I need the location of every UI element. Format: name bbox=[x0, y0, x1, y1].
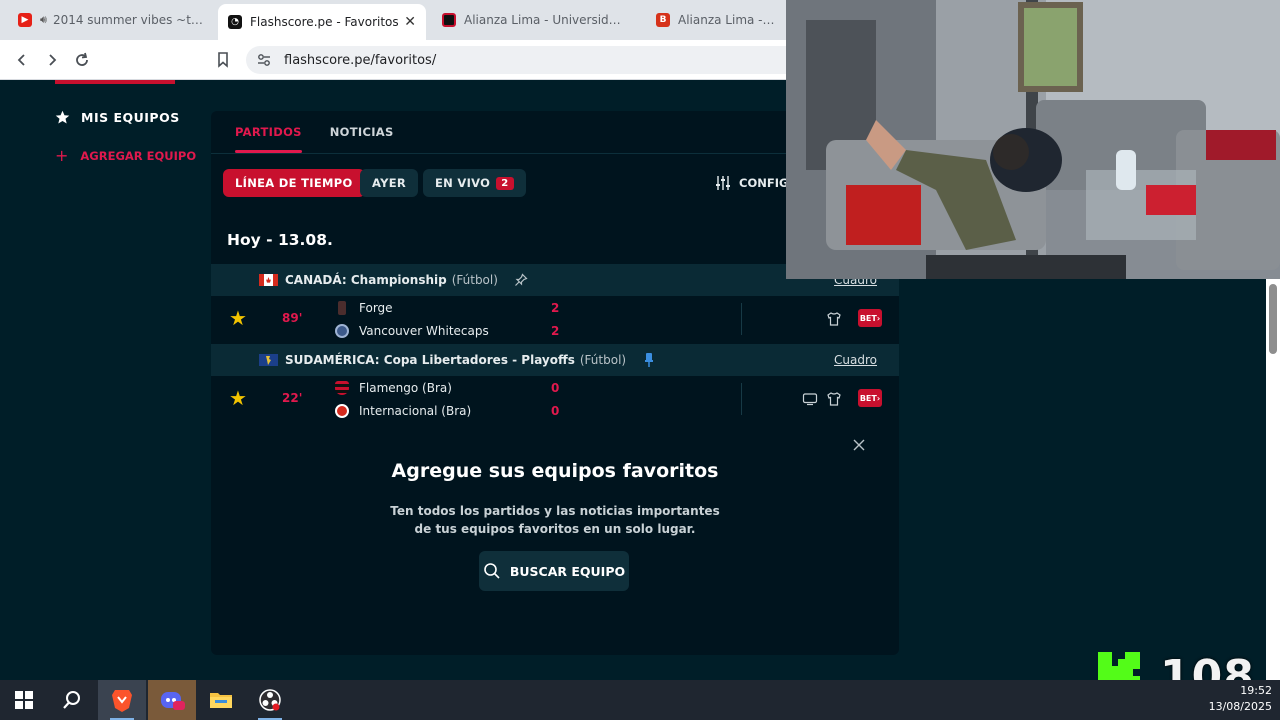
bracket-link[interactable]: Cuadro bbox=[834, 353, 877, 367]
clock-date: 13/08/2025 bbox=[1208, 700, 1272, 713]
tab-title: Alianza Lima - Unive bbox=[678, 13, 776, 27]
live-label: EN VIVO bbox=[435, 176, 491, 190]
league-name: SUDAMÉRICA: Copa Libertadores - Playoffs bbox=[285, 353, 575, 367]
home-team: Forge bbox=[335, 301, 393, 315]
search-button[interactable] bbox=[48, 680, 96, 720]
date-heading: Hoy - 13.08. bbox=[227, 231, 333, 249]
tv-icon[interactable] bbox=[802, 391, 818, 407]
scrollbar-thumb[interactable] bbox=[1269, 284, 1277, 354]
match-minute: 89' bbox=[282, 311, 303, 325]
audio-icon: 🔊︎ bbox=[40, 13, 47, 26]
team-crest-icon bbox=[335, 381, 349, 395]
back-icon[interactable] bbox=[12, 50, 32, 70]
home-score: 2 bbox=[551, 301, 560, 315]
screen: ▶ 🔊︎ 2014 summer vibes ~throw ◔ Flashsco… bbox=[0, 0, 1280, 720]
plus-icon: + bbox=[55, 146, 69, 165]
team-crest-icon bbox=[335, 324, 349, 338]
pin-icon[interactable] bbox=[514, 273, 528, 287]
team-crest-icon bbox=[338, 301, 346, 315]
divider bbox=[741, 303, 742, 335]
search-team-button[interactable]: BUSCAR EQUIPO bbox=[479, 551, 629, 591]
bet-button[interactable]: BET › bbox=[858, 309, 882, 327]
search-icon bbox=[484, 563, 500, 579]
add-team-link[interactable]: + AGREGAR EQUIPO bbox=[55, 146, 196, 165]
brave-icon bbox=[112, 690, 132, 712]
discord-icon bbox=[161, 692, 185, 710]
flashscore-icon: ◔ bbox=[228, 15, 242, 29]
favorite-star-icon[interactable]: ★ bbox=[229, 308, 249, 328]
lineup-shirt-icon[interactable] bbox=[826, 391, 842, 407]
match-row[interactable]: ★ 22' Flamengo (Bra) Internacional (Bra)… bbox=[211, 375, 899, 423]
league-sport: (Fútbol) bbox=[451, 273, 498, 287]
tab-alianza-1[interactable]: Alianza Lima - Universidad Cat bbox=[432, 5, 638, 35]
match-row[interactable]: ★ 89' Forge Vancouver Whitecaps 2 2 BET › bbox=[211, 295, 899, 343]
tab-title: Alianza Lima - Universidad Cat bbox=[464, 13, 628, 27]
star-icon bbox=[55, 110, 70, 124]
flashscore-tab-icon bbox=[442, 13, 456, 27]
filter-timeline-button[interactable]: LÍNEA DE TIEMPO bbox=[223, 169, 365, 197]
folder-icon bbox=[210, 693, 232, 708]
site-info-icon[interactable] bbox=[256, 52, 272, 72]
tab-youtube[interactable]: ▶ 🔊︎ 2014 summer vibes ~throw bbox=[8, 5, 214, 35]
youtube-icon: ▶ bbox=[18, 13, 32, 27]
clock-time: 19:52 bbox=[1240, 684, 1272, 697]
away-team: Vancouver Whitecaps bbox=[335, 324, 489, 338]
away-team: Internacional (Bra) bbox=[335, 404, 471, 418]
windows-icon bbox=[15, 691, 33, 709]
home-score: 0 bbox=[551, 381, 560, 395]
canada-flag-icon bbox=[259, 274, 278, 286]
taskbar-obs[interactable] bbox=[246, 680, 294, 720]
search-icon bbox=[63, 691, 80, 709]
config-button[interactable]: CONFIG bbox=[715, 175, 788, 191]
divider bbox=[741, 383, 742, 415]
tab-flashscore[interactable]: ◔ Flashscore.pe - Favoritos ✕ bbox=[218, 4, 426, 40]
system-clock[interactable]: 19:52 13/08/2025 bbox=[1209, 683, 1272, 715]
tab-title: Flashscore.pe - Favoritos bbox=[250, 15, 399, 29]
league-header-libertadores[interactable]: SUDAMÉRICA: Copa Libertadores - Playoffs… bbox=[211, 344, 899, 376]
live-count-badge: 2 bbox=[496, 176, 514, 190]
start-button[interactable] bbox=[0, 680, 48, 720]
league-sport: (Fútbol) bbox=[579, 353, 627, 367]
brand-icon: B bbox=[656, 13, 670, 27]
taskbar-discord[interactable] bbox=[148, 680, 196, 720]
match-minute: 22' bbox=[282, 391, 303, 405]
favorite-star-icon[interactable]: ★ bbox=[229, 388, 249, 408]
team-crest-icon bbox=[335, 404, 349, 418]
tab-title: 2014 summer vibes ~throw bbox=[52, 13, 204, 27]
taskbar: 19:52 13/08/2025 bbox=[0, 680, 1280, 720]
home-team: Flamengo (Bra) bbox=[335, 381, 452, 395]
pin-icon[interactable] bbox=[642, 352, 656, 368]
promo-title: Agregue sus equipos favoritos bbox=[391, 460, 719, 482]
away-score: 0 bbox=[551, 404, 560, 418]
promo-text: Ten todos los partidos y las noticias im… bbox=[390, 504, 720, 536]
taskbar-brave[interactable] bbox=[98, 680, 146, 720]
bet-button[interactable]: BET › bbox=[858, 389, 882, 407]
tab-alianza-2[interactable]: B Alianza Lima - Unive bbox=[646, 5, 786, 35]
taskbar-file-explorer[interactable] bbox=[197, 680, 245, 720]
filter-yesterday-button[interactable]: AYER bbox=[360, 169, 419, 197]
reload-icon[interactable] bbox=[72, 50, 92, 70]
obs-icon bbox=[259, 689, 281, 711]
webcam-overlay bbox=[786, 0, 1280, 279]
league-name: CANADÁ: Championship bbox=[285, 273, 447, 287]
lineup-shirt-icon[interactable] bbox=[826, 311, 842, 327]
tab-noticias[interactable]: NOTICIAS bbox=[330, 125, 394, 139]
close-icon[interactable]: ✕ bbox=[404, 14, 416, 30]
filter-live-button[interactable]: EN VIVO 2 bbox=[423, 169, 526, 197]
tab-partidos[interactable]: PARTIDOS bbox=[235, 125, 302, 153]
bookmark-icon[interactable] bbox=[213, 50, 233, 70]
url-text: flashscore.pe/favoritos/ bbox=[284, 52, 437, 68]
header-accent-bar bbox=[55, 80, 175, 84]
close-icon[interactable] bbox=[852, 438, 866, 452]
content-tabs: PARTIDOS NOTICIAS bbox=[235, 111, 394, 153]
south-america-flag-icon bbox=[259, 354, 278, 366]
sliders-icon bbox=[716, 176, 730, 190]
sidebar-my-teams[interactable]: MIS EQUIPOS bbox=[55, 110, 180, 125]
away-score: 2 bbox=[551, 324, 560, 338]
forward-icon[interactable] bbox=[42, 50, 62, 70]
